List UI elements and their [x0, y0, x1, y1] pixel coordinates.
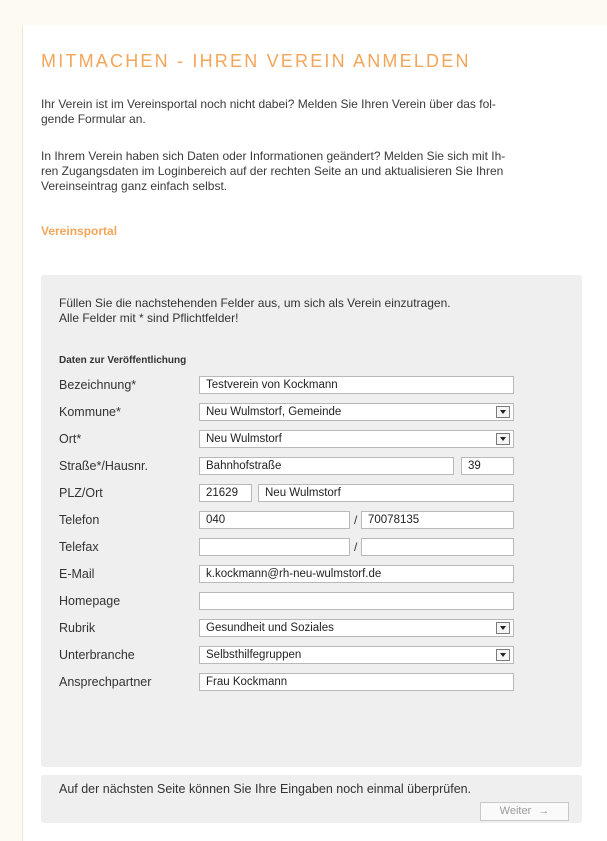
- page-content: MITMACHEN - IHREN VEREIN ANMELDEN Ihr Ve…: [22, 25, 607, 841]
- chevron-down-icon[interactable]: [496, 406, 510, 418]
- intro-paragraph-2: In Ihrem Verein haben sich Daten oder In…: [41, 149, 601, 194]
- strasse-label: Straße*/Hausnr.: [59, 459, 148, 473]
- chevron-down-icon[interactable]: [496, 433, 510, 445]
- homepage-label: Homepage: [59, 594, 121, 608]
- intro-paragraph-2-line-1: In Ihrem Verein haben sich Daten oder In…: [41, 149, 506, 163]
- telefon-vorwahl-input[interactable]: 040: [199, 511, 350, 529]
- form-intro: Füllen Sie die nachstehenden Felder aus,…: [59, 296, 569, 326]
- section-title: Daten zur Veröffentlichung: [59, 355, 187, 366]
- ansprechpartner-label: Ansprechpartner: [59, 675, 152, 689]
- hausnr-input[interactable]: 39: [461, 457, 514, 475]
- rubrik-select-value: Gesundheit und Soziales: [206, 622, 334, 634]
- plz-ort-label: PLZ/Ort: [59, 486, 103, 500]
- bezeichnung-label: Bezeichnung*: [59, 378, 137, 392]
- vereinsportal-link[interactable]: Vereinsportal: [41, 224, 117, 238]
- ort-select-value: Neu Wulmstorf: [206, 433, 282, 445]
- kommune-select-value: Neu Wulmstorf, Gemeinde: [206, 406, 342, 418]
- weiter-button[interactable]: Weiter →: [480, 802, 569, 821]
- ort-label: Ort*: [59, 432, 82, 446]
- bezeichnung-input[interactable]: Testverein von Kockmann: [199, 376, 514, 394]
- telefax-nummer-input[interactable]: [361, 538, 514, 556]
- form-intro-line-2: Alle Felder mit * sind Pflichtfelder!: [59, 311, 239, 325]
- kommune-select[interactable]: Neu Wulmstorf, Gemeinde: [199, 403, 514, 421]
- intro-paragraph-1-line-2: gende Formular an.: [41, 112, 146, 126]
- telefon-nummer-input[interactable]: 70078135: [361, 511, 514, 529]
- intro-paragraph-1: Ihr Verein ist im Vereinsportal noch nic…: [41, 97, 601, 127]
- unterbranche-select-value: Selbsthilfegruppen: [206, 649, 302, 661]
- kommune-label: Kommune*: [59, 405, 121, 419]
- intro-paragraph-2-line-3: Vereinseintrag ganz einfach selbst.: [41, 179, 228, 193]
- intro-paragraph-2-line-2: ren Zugangsdaten im Loginbereich auf der…: [41, 164, 504, 178]
- rubrik-label: Rubrik: [59, 621, 96, 635]
- ort-select[interactable]: Neu Wulmstorf: [199, 430, 514, 448]
- form-intro-line-1: Füllen Sie die nachstehenden Felder aus,…: [59, 296, 451, 310]
- ansprechpartner-input[interactable]: Frau Kockmann: [199, 673, 514, 691]
- form-footer: Auf der nächsten Seite können Sie Ihre E…: [41, 775, 582, 823]
- chevron-down-icon[interactable]: [496, 622, 510, 634]
- unterbranche-label: Unterbranche: [59, 648, 135, 662]
- plz-input[interactable]: 21629: [199, 484, 252, 502]
- weiter-button-label: Weiter: [499, 805, 532, 817]
- telefon-separator: /: [354, 513, 358, 527]
- chevron-down-icon[interactable]: [496, 649, 510, 661]
- telefax-label: Telefax: [59, 540, 99, 554]
- homepage-input[interactable]: [199, 592, 514, 610]
- arrow-right-icon: →: [538, 805, 550, 817]
- rubrik-select[interactable]: Gesundheit und Soziales: [199, 619, 514, 637]
- email-label: E-Mail: [59, 567, 95, 581]
- registration-form: Füllen Sie die nachstehenden Felder aus,…: [41, 275, 582, 767]
- unterbranche-select[interactable]: Selbsthilfegruppen: [199, 646, 514, 664]
- intro-paragraph-1-line-1: Ihr Verein ist im Vereinsportal noch nic…: [41, 97, 496, 111]
- review-hint: Auf der nächsten Seite können Sie Ihre E…: [59, 782, 472, 796]
- strasse-input[interactable]: Bahnhofstraße: [199, 457, 454, 475]
- page-title: MITMACHEN - IHREN VEREIN ANMELDEN: [41, 51, 471, 71]
- email-input[interactable]: k.kockmann@rh-neu-wulmstorf.de: [199, 565, 514, 583]
- telefax-vorwahl-input[interactable]: [199, 538, 350, 556]
- telefon-label: Telefon: [59, 513, 100, 527]
- telefax-separator: /: [354, 540, 358, 554]
- ort-input[interactable]: Neu Wulmstorf: [258, 484, 514, 502]
